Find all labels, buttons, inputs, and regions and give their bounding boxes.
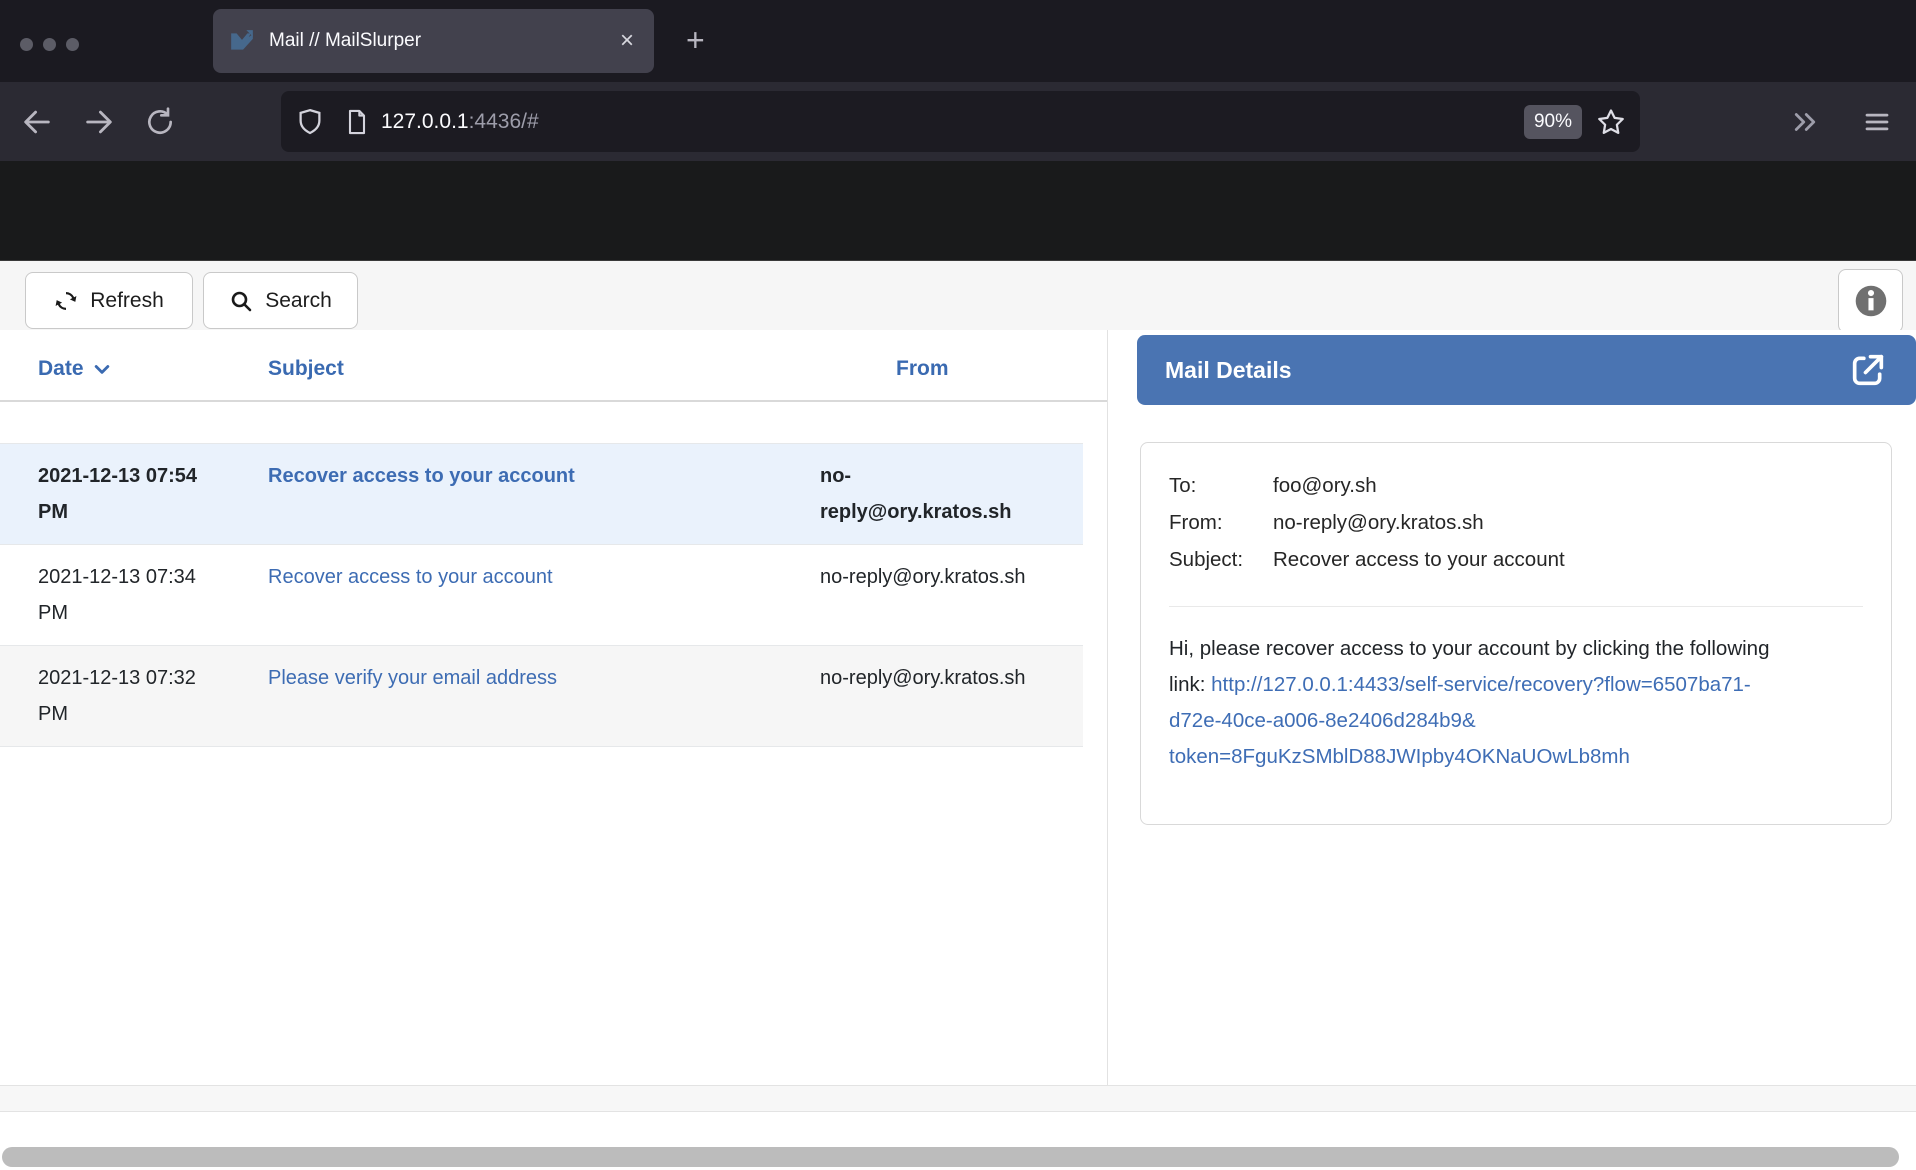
from-value: no-reply@ory.kratos.sh — [1273, 506, 1863, 539]
bookmark-star-icon[interactable] — [1596, 107, 1626, 137]
window-controls[interactable] — [20, 38, 79, 51]
mail-list-row[interactable]: 2021-12-13 07:54 PM Recover access to yo… — [0, 443, 1083, 545]
overflow-chevrons-icon[interactable] — [1790, 107, 1820, 137]
browser-navbar: 127.0.0.1:4436/# 90% — [0, 82, 1916, 161]
mail-body-link[interactable]: http://127.0.0.1:4433/self-service/recov… — [1169, 673, 1751, 768]
horizontal-scrollbar-track[interactable] — [0, 1112, 1916, 1170]
mail-list-row[interactable]: 2021-12-13 07:34 PM Recover access to yo… — [0, 545, 1083, 646]
column-header-date[interactable]: Date — [38, 357, 268, 381]
mail-details-title: Mail Details — [1165, 357, 1848, 384]
refresh-icon — [54, 289, 78, 313]
forward-icon[interactable] — [82, 105, 116, 139]
from-label: From: — [1169, 506, 1273, 539]
mail-row-subject-link[interactable]: Please verify your email address — [268, 660, 820, 732]
page-icon[interactable] — [343, 108, 371, 136]
date-header-label: Date — [38, 357, 84, 381]
mail-details-card: To: foo@ory.sh From: no-reply@ory.kratos… — [1140, 442, 1892, 825]
subject-value: Recover access to your account — [1273, 543, 1863, 576]
mailslurper-favicon-icon — [229, 28, 255, 54]
external-link-icon[interactable] — [1848, 350, 1888, 390]
chevron-down-icon — [92, 359, 112, 379]
browser-tab-bar: Mail // MailSlurper × + — [0, 0, 1916, 82]
to-value: foo@ory.sh — [1273, 469, 1863, 502]
search-button[interactable]: Search — [203, 272, 358, 329]
mail-list-row[interactable]: 2021-12-13 07:32 PM Please verify your e… — [0, 646, 1083, 747]
menu-hamburger-icon[interactable] — [1862, 107, 1892, 137]
search-label: Search — [265, 289, 332, 313]
mail-row-date: 2021-12-13 07:32 PM — [38, 660, 268, 732]
info-button[interactable] — [1838, 269, 1903, 333]
horizontal-scrollbar-thumb[interactable] — [2, 1147, 1899, 1167]
actions-toolbar: Refresh Search — [0, 260, 1916, 330]
footer-band — [0, 1085, 1916, 1112]
mail-list-header-row: Date Subject From — [0, 357, 1107, 402]
main-content: Date Subject From 2021-12-13 07:54 PM Re… — [0, 330, 1916, 1085]
mailslurper-header: s ⚙ — [0, 161, 1916, 260]
mail-row-subject-link[interactable]: Recover access to your account — [268, 458, 820, 530]
refresh-button[interactable]: Refresh — [25, 272, 193, 329]
mail-row-from: no-reply@ory.kratos.sh — [820, 458, 1067, 530]
to-label: To: — [1169, 469, 1273, 502]
browser-tab[interactable]: Mail // MailSlurper × — [213, 9, 654, 73]
mail-body: Hi, please recover access to your accoun… — [1169, 631, 1777, 775]
reload-icon[interactable] — [144, 106, 176, 138]
mail-row-from: no-reply@ory.kratos.sh — [820, 660, 1067, 732]
new-tab-button[interactable]: + — [686, 24, 705, 56]
column-header-subject[interactable]: Subject — [268, 357, 820, 381]
mail-list-panel: Date Subject From 2021-12-13 07:54 PM Re… — [0, 330, 1108, 1085]
search-icon — [229, 289, 253, 313]
mail-row-from: no-reply@ory.kratos.sh — [820, 559, 1067, 631]
details-divider — [1169, 606, 1863, 607]
column-header-from[interactable]: From — [820, 357, 1087, 381]
mail-rows: 2021-12-13 07:54 PM Recover access to yo… — [0, 443, 1083, 747]
info-circle-icon — [1854, 284, 1888, 318]
mail-meta: To: foo@ory.sh From: no-reply@ory.kratos… — [1169, 469, 1863, 576]
tab-close-icon[interactable]: × — [616, 27, 638, 55]
mail-row-subject-link[interactable]: Recover access to your account — [268, 559, 820, 631]
back-icon[interactable] — [20, 105, 54, 139]
shield-icon[interactable] — [295, 107, 325, 137]
mail-row-date: 2021-12-13 07:34 PM — [38, 559, 268, 631]
subject-label: Subject: — [1169, 543, 1273, 576]
tab-title: Mail // MailSlurper — [269, 30, 616, 52]
url-bar[interactable]: 127.0.0.1:4436/# 90% — [281, 91, 1640, 152]
zoom-level-badge[interactable]: 90% — [1524, 105, 1582, 139]
url-text[interactable]: 127.0.0.1:4436/# — [381, 110, 1524, 134]
mail-row-date: 2021-12-13 07:54 PM — [38, 458, 268, 530]
mail-details-panel: Mail Details To: foo@ory.sh From: no-rep… — [1108, 330, 1916, 1085]
refresh-label: Refresh — [90, 289, 164, 313]
mail-details-header: Mail Details — [1137, 335, 1916, 405]
